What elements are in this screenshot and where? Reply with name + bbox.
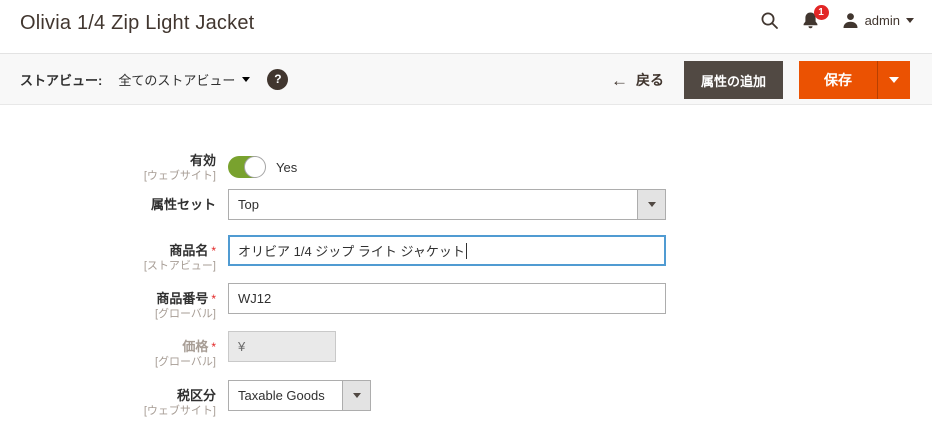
page-header: Olivia 1/4 Zip Light Jacket 1 admin	[0, 0, 932, 53]
price-currency-symbol: ¥	[238, 339, 246, 354]
enable-toggle-value: Yes	[276, 159, 298, 175]
field-label-sku: 商品番号 * [グローバル]	[20, 283, 228, 322]
admin-username: admin	[864, 12, 900, 28]
required-asterisk: *	[211, 244, 216, 258]
store-view-switcher: ストアビュー: 全てのストアビュー ?	[20, 54, 289, 104]
attribute-set-label: 属性セット	[150, 197, 216, 212]
field-label-price: 価格 * [グローバル]	[20, 331, 228, 370]
chevron-down-icon	[647, 202, 656, 207]
product-name-label: 商品名 *	[169, 243, 216, 258]
price-label: 価格 *	[182, 339, 216, 354]
product-edit-page: Olivia 1/4 Zip Light Jacket 1 admin ストアビ…	[0, 0, 932, 429]
chevron-down-icon	[352, 393, 361, 398]
page-actions-toolbar: ストアビュー: 全てのストアビュー ? ← 戻る 属性の追加 保存	[0, 53, 932, 105]
header-actions: 1 admin	[760, 0, 914, 40]
enable-control: Yes	[228, 150, 297, 184]
notifications-bell-icon[interactable]: 1	[801, 4, 829, 30]
sku-scope-label: [グローバル]	[154, 308, 216, 320]
enable-toggle[interactable]	[228, 156, 266, 178]
user-avatar-icon	[842, 12, 859, 29]
sku-label: 商品番号 *	[156, 291, 216, 306]
field-label-enable: 有効 [ウェブサイト]	[20, 150, 228, 184]
tax-class-select[interactable]: Taxable Goods	[228, 380, 371, 411]
field-row-enable: 有効 [ウェブサイト] Yes	[20, 150, 297, 184]
store-view-label: ストアビュー:	[20, 72, 103, 88]
product-name-input[interactable]: オリビア 1/4 ジップ ライト ジャケット	[228, 235, 666, 266]
field-row-sku: 商品番号 * [グローバル] WJ12	[20, 283, 666, 322]
field-row-price: 価格 * [グローバル] ¥	[20, 331, 336, 370]
product-name-scope-label: [ストアビュー]	[143, 260, 216, 272]
tax-class-label: 税区分	[176, 388, 216, 403]
price-scope-label: [グローバル]	[154, 356, 216, 368]
enable-scope-label: [ウェブサイト]	[143, 170, 216, 182]
field-label-attribute-set: 属性セット	[20, 189, 228, 220]
select-dropdown-button[interactable]	[342, 381, 370, 410]
tax-class-value: Taxable Goods	[238, 388, 325, 403]
sku-value: WJ12	[238, 291, 272, 306]
back-button[interactable]: ← 戻る	[611, 70, 664, 90]
field-row-product-name: 商品名 * [ストアビュー] オリビア 1/4 ジップ ライト ジャケット	[20, 235, 666, 274]
page-title: Olivia 1/4 Zip Light Jacket	[20, 12, 255, 34]
toolbar-buttons: ← 戻る 属性の追加 保存	[611, 61, 910, 99]
field-label-tax-class: 税区分 [ウェブサイト]	[20, 380, 228, 419]
chevron-down-icon	[889, 77, 899, 83]
help-icon[interactable]: ?	[267, 68, 289, 90]
required-asterisk: *	[211, 340, 216, 354]
save-split-button: 保存	[799, 61, 910, 99]
chevron-down-icon	[906, 17, 914, 23]
back-arrow-icon: ←	[610, 70, 628, 90]
product-name-value: オリビア 1/4 ジップ ライト ジャケット	[238, 244, 465, 259]
add-attribute-button[interactable]: 属性の追加	[683, 61, 783, 99]
admin-account-menu[interactable]: admin	[842, 12, 914, 29]
attribute-set-select[interactable]: Top	[228, 189, 666, 220]
attribute-set-value: Top	[238, 197, 259, 212]
notification-count-badge: 1	[813, 4, 829, 20]
text-cursor	[465, 242, 467, 259]
back-button-label: 戻る	[635, 72, 664, 88]
save-button[interactable]: 保存	[799, 61, 877, 99]
field-row-tax-class: 税区分 [ウェブサイト] Taxable Goods	[20, 380, 371, 419]
store-view-current: 全てのストアビュー	[118, 72, 236, 88]
search-icon[interactable]	[760, 11, 779, 30]
save-options-toggle[interactable]	[877, 61, 910, 99]
chevron-down-icon	[242, 77, 251, 82]
tax-class-scope-label: [ウェブサイト]	[143, 405, 216, 417]
select-dropdown-button[interactable]	[637, 190, 665, 219]
sku-input[interactable]: WJ12	[228, 283, 666, 314]
store-view-selector[interactable]: 全てのストアビュー	[118, 70, 251, 89]
field-label-product-name: 商品名 * [ストアビュー]	[20, 235, 228, 274]
field-row-attribute-set: 属性セット Top	[20, 189, 666, 220]
price-input: ¥	[228, 331, 336, 362]
toggle-knob	[244, 156, 266, 178]
required-asterisk: *	[211, 292, 216, 306]
enable-label: 有効	[189, 153, 216, 168]
